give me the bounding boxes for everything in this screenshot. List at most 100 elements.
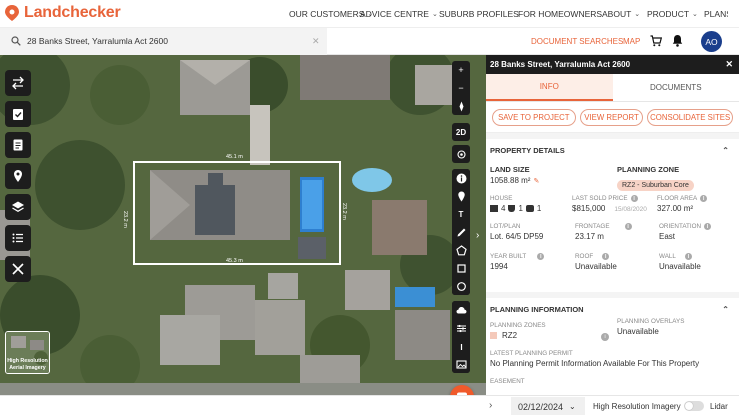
list-tool-button[interactable] (5, 225, 31, 251)
info-icon[interactable]: i (537, 253, 545, 260)
map-controls: + − 2D T (452, 61, 470, 373)
tab-info[interactable]: INFO (486, 74, 613, 101)
clear-search-icon[interactable]: ✕ (312, 36, 320, 47)
info-icon[interactable]: i (700, 195, 708, 202)
text-icon: T (458, 209, 464, 219)
planning-overlays-label: PLANNING OVERLAYS (617, 318, 685, 325)
nav-for-homeowners[interactable]: FOR HOMEOWNERS (518, 9, 602, 19)
nav-about[interactable]: ABOUT ⌄ (602, 9, 647, 19)
nav-links: OUR CUSTOMERS ⌄ ADVICE CENTRE ⌄ SUBURB PRO… (289, 9, 728, 19)
planning-zone-badge[interactable]: RZ2 - Suburban Core (617, 180, 694, 191)
latest-permit-label: LATEST PLANNING PERMIT (490, 350, 573, 357)
lot-plan-label: LOT/PLAN (490, 223, 521, 230)
boundary-dimension-left: 23.2 m (122, 211, 128, 228)
chevron-right-icon[interactable]: › (489, 400, 492, 411)
document-searches-link[interactable]: DOCUMENT SEARCHES (531, 37, 623, 46)
property-details-header[interactable]: PROPERTY DETAILS ⌃ (486, 133, 739, 161)
nav-plans[interactable]: PLANS (704, 9, 728, 19)
bed-icon (490, 205, 498, 212)
sliders-icon (456, 324, 466, 332)
zoom-in-button[interactable]: + (452, 61, 470, 79)
map-link[interactable]: MAP (623, 37, 640, 46)
year-built-value: 1994 (490, 262, 508, 271)
imagery-date: 02/12/2024 (518, 401, 564, 412)
pencil-tool-button[interactable] (452, 223, 470, 241)
info-icon[interactable]: i (630, 195, 638, 202)
lidar-toggle[interactable] (684, 401, 704, 411)
panel-tabs: INFO DOCUMENTS (486, 74, 739, 102)
imagery-date-select[interactable]: 02/12/2024 ⌄ (511, 397, 585, 415)
toggle-2d-button[interactable]: 2D (452, 123, 470, 141)
info-tool-button[interactable] (452, 169, 470, 187)
checklist-tool-button[interactable] (5, 101, 31, 127)
zoom-out-button[interactable]: − (452, 79, 470, 97)
ruler-pencil-icon (12, 263, 24, 275)
landchecker-logo[interactable]: Landchecker (4, 4, 121, 22)
orientation-value: East (659, 232, 676, 241)
square-icon (456, 263, 466, 273)
user-avatar[interactable]: AO (701, 31, 722, 52)
layers-tool-button[interactable] (5, 194, 31, 220)
location-tool-button[interactable] (5, 163, 31, 189)
info-icon[interactable]: i (602, 253, 610, 260)
bath-icon (508, 205, 516, 212)
measure-tool-button[interactable] (5, 256, 31, 282)
consolidate-sites-button[interactable]: CONSOLIDATE SITES (647, 109, 733, 126)
nav-advice-centre[interactable]: ADVICE CENTRE ⌄ (360, 9, 439, 19)
rectangle-tool-button[interactable] (452, 259, 470, 277)
address-search-input[interactable]: 28 Banks Street, Yarralumla Act 2600 ✕ (0, 28, 327, 55)
drawing-tools: T (452, 169, 470, 295)
info-icon[interactable]: i (704, 223, 712, 230)
cart-icon[interactable] (650, 35, 662, 47)
panel-actions: SAVE TO PROJECT VIEW REPORT CONSOLIDATE … (486, 102, 739, 133)
property-boundary[interactable] (133, 161, 341, 265)
chevron-up-icon: ⌃ (722, 305, 729, 314)
circle-tool-button[interactable] (452, 277, 470, 295)
image-edit-icon (455, 359, 467, 369)
marker-tool-button[interactable] (452, 187, 470, 205)
polygon-tool-button[interactable] (452, 241, 470, 259)
chevron-down-icon: ⌄ (634, 11, 641, 18)
land-size-value: 1058.88 m² (490, 176, 531, 185)
imagery-layer-toggle[interactable]: High Resolution Aerial Imagery (5, 331, 50, 374)
imagery-layer-label: High Resolution Aerial Imagery (7, 358, 48, 371)
compass-button[interactable] (452, 97, 470, 115)
save-to-project-button[interactable]: SAVE TO PROJECT (492, 109, 576, 126)
collapse-panel-chevron-icon[interactable]: › (476, 230, 486, 246)
nav-our-customers[interactable]: OUR CUSTOMERS ⌄ (289, 9, 373, 19)
upload-button[interactable] (452, 301, 470, 319)
planning-zones-value[interactable]: RZ2 (502, 331, 517, 340)
crosshair-icon (456, 149, 466, 159)
lidar-label: Lidar (710, 402, 728, 411)
info-icon[interactable]: i (601, 333, 609, 341)
bathrooms-count: 1 (518, 204, 523, 213)
text-tool-button[interactable]: T (452, 205, 470, 223)
close-icon[interactable]: ✕ (725, 59, 733, 70)
nav-suburb-profiles[interactable]: SUBURB PROFILES (439, 9, 519, 19)
filter-settings-button[interactable] (452, 319, 470, 337)
locate-me-button[interactable] (452, 145, 470, 163)
view-report-button[interactable]: VIEW REPORT (579, 109, 644, 126)
info-secondary-button[interactable] (452, 337, 470, 355)
document-tool-button[interactable] (5, 132, 31, 158)
image-settings-button[interactable] (452, 355, 470, 373)
top-navigation: Landchecker OUR CUSTOMERS ⌄ ADVICE CENTRE… (0, 0, 739, 28)
planning-zones-label: PLANNING ZONES (490, 322, 546, 329)
roof-label: ROOF (575, 253, 594, 260)
clipboard-check-icon (13, 109, 23, 120)
planning-information-header[interactable]: PLANNING INFORMATION ⌃ (486, 292, 739, 320)
section-title: PLANNING INFORMATION (490, 304, 584, 314)
bell-icon[interactable] (672, 34, 683, 47)
map-pin-icon (457, 191, 465, 201)
info-icon[interactable]: i (624, 223, 632, 230)
layers-icon (12, 201, 24, 213)
roof-value: Unavailable (575, 262, 617, 271)
info-icon[interactable]: i (684, 253, 692, 260)
aerial-map[interactable]: 45.1 m 45.3 m 23.2 m 23.2 m High Resolut… (0, 55, 486, 395)
compare-tool-button[interactable] (5, 70, 31, 96)
edit-icon[interactable]: ✎ (533, 177, 539, 185)
boundary-dimension-top: 45.1 m (226, 154, 243, 160)
nav-product[interactable]: PRODUCT ⌄ (647, 9, 704, 19)
panel-header: 28 Banks Street, Yarralumla Act 2600 ✕ (486, 55, 739, 74)
tab-documents[interactable]: DOCUMENTS (613, 74, 739, 101)
